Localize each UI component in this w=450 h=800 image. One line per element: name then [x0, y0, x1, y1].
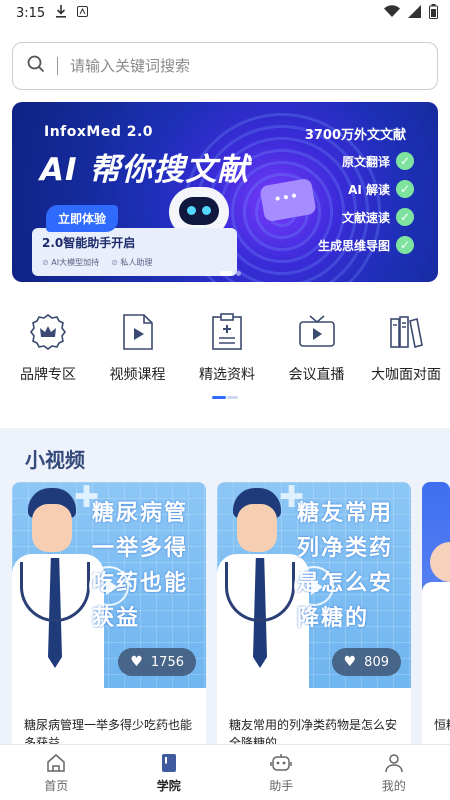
banner-sub-title: 2.0智能助手开启 — [42, 236, 136, 250]
battery-icon — [429, 3, 438, 23]
signal-icon — [408, 4, 421, 22]
tab-assistant[interactable]: 助手 — [225, 745, 338, 800]
thumb-title-line: 获益 — [92, 606, 141, 631]
video-thumbnail: ✚ 糖友常用 列净类药 是怎么安 降糖的 ♥ 809 — [217, 482, 411, 688]
category-label: 品牌专区 — [20, 367, 76, 383]
user-icon — [383, 752, 405, 774]
status-bar: 3:15 — [0, 0, 450, 26]
thumb-title-line: 糖尿病管 — [92, 501, 189, 526]
crown-badge-icon — [28, 312, 68, 352]
like-count: 809 — [364, 654, 389, 670]
video-thumbnail — [422, 482, 450, 688]
download-icon — [55, 4, 67, 22]
category-row: 品牌专区 视频课程 精选资料 会议直播 大咖面对面 — [0, 282, 450, 384]
video-thumbnail: ✚ 糖尿病管 一举多得 吃药也能 获益 ♥ 1756 — [12, 482, 206, 688]
tv-live-icon — [297, 312, 337, 352]
tab-home[interactable]: 首页 — [0, 745, 113, 800]
tab-label: 助手 — [269, 778, 294, 793]
category-label: 会议直播 — [288, 367, 345, 383]
banner-brand: InfoxMed 2.0 — [44, 124, 154, 140]
banner-feature: 文献速读 ✓ — [318, 208, 414, 226]
search-icon — [27, 55, 45, 77]
video-card[interactable]: ✚ 糖友常用 列净类药 是怎么安 降糖的 ♥ 809 糖友常用的列净类药物是怎么… — [217, 482, 411, 762]
video-caption: 恒糖 — [434, 718, 450, 732]
tab-mine[interactable]: 我的 — [338, 745, 450, 800]
robot-icon — [270, 752, 292, 774]
banner-headline: AI 帮你搜文献 — [40, 152, 250, 188]
banner-feature: 原文翻译 ✓ — [318, 152, 414, 170]
category-scroll-indicator — [212, 396, 238, 399]
banner-tag: AI大模型加持 — [42, 257, 99, 268]
play-icon[interactable] — [89, 566, 129, 606]
book-icon — [158, 752, 180, 774]
play-icon[interactable] — [294, 566, 334, 606]
promo-banner[interactable]: InfoxMed 2.0 AI 帮你搜文献 2.0智能助手开启 AI大模型加持 … — [12, 102, 438, 282]
banner-right-title: 3700万外文文献 — [304, 128, 406, 143]
category-label: 大咖面对面 — [371, 367, 441, 383]
category-conference-live[interactable]: 会议直播 — [281, 312, 353, 384]
heart-icon: ♥ — [130, 654, 143, 670]
check-icon: ✓ — [396, 180, 414, 198]
like-count-badge[interactable]: ♥ 1756 — [118, 648, 196, 676]
video-caption: 糖尿病管理一举多得少吃药也能多获益 — [24, 718, 193, 750]
check-icon: ✓ — [396, 236, 414, 254]
check-icon: ✓ — [396, 208, 414, 226]
status-time: 3:15 — [16, 5, 46, 21]
category-selected-materials[interactable]: 精选资料 — [191, 312, 263, 384]
thumb-title-line: 降糖的 — [297, 606, 370, 631]
tab-label: 首页 — [44, 778, 69, 793]
banner-tag: 私人助理 — [111, 257, 152, 268]
medical-document-icon — [207, 312, 247, 352]
video-card[interactable]: 恒糖 — [422, 482, 450, 762]
category-video-courses[interactable]: 视频课程 — [102, 312, 174, 384]
home-icon — [45, 752, 67, 774]
like-count: 1756 — [150, 654, 184, 670]
thumb-title-line: 一举多得 — [92, 536, 189, 561]
category-brand-zone[interactable]: 品牌专区 — [12, 312, 84, 384]
bottom-tab-bar: 首页 学院 助手 我的 — [0, 744, 450, 800]
like-count-badge[interactable]: ♥ 809 — [331, 648, 401, 676]
category-expert-face-to-face[interactable]: 大咖面对面 — [370, 312, 442, 384]
books-icon — [386, 312, 426, 352]
check-icon: ✓ — [396, 152, 414, 170]
video-caption: 糖友常用的列净类药物是怎么安全降糖的 — [229, 718, 398, 750]
heart-icon: ♥ — [343, 654, 357, 670]
search-input[interactable] — [70, 57, 423, 75]
banner-pagination — [220, 271, 241, 276]
try-now-button[interactable]: 立即体验 — [46, 205, 119, 232]
category-label: 精选资料 — [199, 367, 255, 383]
tab-label: 学院 — [156, 778, 181, 793]
banner-sub-card: 2.0智能助手开启 AI大模型加持 私人助理 — [32, 228, 237, 276]
search-bar[interactable] — [12, 42, 438, 90]
wifi-icon — [384, 4, 400, 22]
banner-feature: 生成思维导图 ✓ — [318, 236, 414, 254]
search-divider — [57, 57, 58, 75]
video-file-icon — [118, 312, 158, 352]
thumb-title-line: 糖友常用 — [297, 501, 394, 526]
banner-feature: AI 解读 ✓ — [318, 180, 414, 198]
section-title: 小视频 — [25, 448, 85, 472]
app-notification-icon — [77, 5, 89, 21]
thumb-title-line: 列净类药 — [297, 536, 394, 561]
tab-label: 我的 — [381, 778, 406, 793]
video-card[interactable]: ✚ 糖尿病管 一举多得 吃药也能 获益 ♥ 1756 糖尿病管理一举多得少吃药也… — [12, 482, 206, 762]
category-label: 视频课程 — [109, 367, 166, 383]
tab-academy[interactable]: 学院 — [113, 745, 226, 800]
